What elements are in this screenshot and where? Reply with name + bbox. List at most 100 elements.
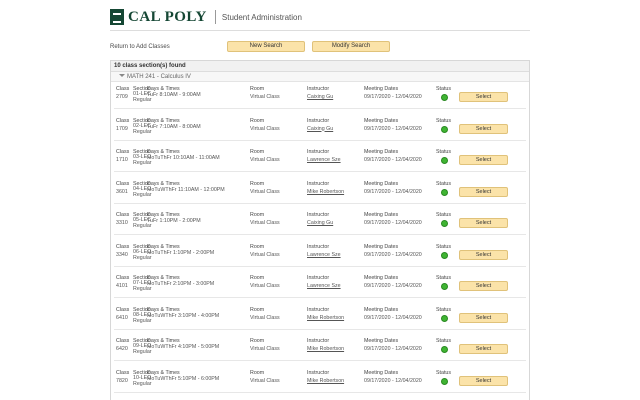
select-button[interactable]: Select: [459, 155, 508, 165]
open-status-icon: [441, 125, 448, 133]
results-count: 10 class section(s) found: [111, 61, 529, 72]
status-column-label: Status: [436, 86, 452, 92]
meeting-dates-value: 09/17/2020 - 12/04/2020: [364, 94, 422, 100]
select-button[interactable]: Select: [459, 249, 508, 260]
class-number[interactable]: 3340: [116, 252, 128, 258]
room-column-label: Room: [250, 149, 265, 155]
status-column-label: Status: [436, 180, 452, 187]
days-times-value: TuFr 7:10AM - 8:00AM: [147, 123, 201, 130]
room-column-label: Room: [250, 180, 265, 187]
select-button[interactable]: Select: [459, 312, 508, 323]
instructor-link[interactable]: Caixing Gu: [307, 220, 333, 226]
class-section-row: Class Section Days & Times Room Instruct…: [114, 147, 526, 172]
days-times-value: MoTuThFr 10:10AM - 11:00AM: [147, 155, 220, 161]
days-times-value: MoTuWThFr 4:10PM - 5:00PM: [147, 344, 220, 350]
status-column-label: Status: [436, 212, 452, 218]
meeting-dates-value: 09/17/2020 - 12/04/2020: [364, 314, 422, 321]
select-button[interactable]: Select: [459, 123, 508, 134]
room-value: Virtual Class: [250, 251, 280, 258]
open-status-icon: [441, 377, 448, 385]
collapse-triangle-icon[interactable]: [119, 74, 125, 77]
modify-search-button[interactable]: Modify Search: [312, 41, 390, 52]
site-header: CAL POLY Student Administration: [110, 6, 302, 28]
class-number[interactable]: 3601: [116, 189, 128, 195]
class-number[interactable]: 1710: [116, 157, 128, 163]
class-number[interactable]: 2709: [116, 94, 128, 100]
open-status-icon: [441, 188, 448, 196]
status-column-label: Status: [436, 243, 452, 250]
class-section-row: Class Section Days & Times Room Instruct…: [114, 116, 526, 141]
meeting-dates-value: 09/17/2020 - 12/04/2020: [364, 283, 422, 289]
room-column-label: Room: [250, 212, 265, 218]
instructor-link[interactable]: Mike Robertson: [307, 346, 344, 352]
instructor-column-label: Instructor: [307, 369, 330, 376]
header-rule: [110, 30, 530, 31]
room-value: Virtual Class: [250, 157, 280, 163]
course-header[interactable]: MATH 241 - Calculus IV: [111, 72, 529, 82]
meeting-dates-value: 09/17/2020 - 12/04/2020: [364, 377, 422, 384]
select-button[interactable]: Select: [459, 375, 508, 386]
days-times-value: MoTuWThFr 11:10AM - 12:00PM: [147, 186, 225, 193]
room-column-label: Room: [250, 243, 265, 250]
instructor-link[interactable]: Lawrence Sze: [307, 157, 341, 163]
meeting-dates-column-label: Meeting Dates: [364, 243, 399, 250]
instructor-column-label: Instructor: [307, 180, 330, 187]
class-column-label: Class: [116, 117, 130, 124]
room-value: Virtual Class: [250, 94, 280, 100]
brand-name: CAL POLY: [128, 8, 207, 25]
room-column-label: Room: [250, 117, 265, 124]
search-toolbar: Return to Add Classes New Search Modify …: [110, 41, 530, 53]
instructor-column-label: Instructor: [307, 117, 330, 124]
class-column-label: Class: [116, 338, 130, 344]
instructor-column-label: Instructor: [307, 306, 330, 313]
status-column-label: Status: [436, 369, 452, 376]
class-number[interactable]: 4101: [116, 283, 128, 289]
class-column-label: Class: [116, 149, 130, 155]
class-section-row: Class Section Days & Times Room Instruct…: [114, 84, 526, 109]
class-column-label: Class: [116, 275, 130, 281]
return-to-add-classes-link[interactable]: Return to Add Classes: [110, 44, 170, 50]
class-number[interactable]: 3310: [116, 220, 128, 226]
instructor-link[interactable]: Lawrence Sze: [307, 283, 341, 289]
header-divider: [214, 10, 216, 24]
room-column-label: Room: [250, 86, 265, 92]
class-column-label: Class: [116, 212, 130, 218]
new-search-button[interactable]: New Search: [227, 41, 305, 52]
class-column-label: Class: [116, 180, 130, 187]
cal-poly-logo-icon: [110, 9, 124, 25]
meeting-dates-value: 09/17/2020 - 12/04/2020: [364, 125, 422, 132]
instructor-link[interactable]: Mike Robertson: [307, 378, 344, 384]
room-column-label: Room: [250, 369, 265, 376]
class-number[interactable]: 6410: [116, 315, 128, 321]
select-button[interactable]: Select: [459, 281, 508, 291]
room-value: Virtual Class: [250, 346, 280, 352]
class-number[interactable]: 1709: [116, 126, 128, 132]
instructor-link[interactable]: Caixing Gu: [307, 94, 333, 100]
search-results-panel: 10 class section(s) found MATH 241 - Cal…: [110, 60, 530, 400]
room-value: Virtual Class: [250, 283, 280, 289]
instructor-link[interactable]: Mike Robertson: [307, 189, 344, 195]
instructor-link[interactable]: Caixing Gu: [307, 126, 333, 132]
meeting-dates-value: 09/17/2020 - 12/04/2020: [364, 251, 422, 258]
class-number[interactable]: 6420: [116, 346, 128, 352]
open-status-icon: [441, 251, 448, 259]
instructor-column-label: Instructor: [307, 275, 330, 281]
select-button[interactable]: Select: [459, 92, 508, 102]
status-column-label: Status: [436, 149, 452, 155]
select-button[interactable]: Select: [459, 344, 508, 354]
select-button[interactable]: Select: [459, 218, 508, 228]
meeting-dates-column-label: Meeting Dates: [364, 117, 399, 124]
instructor-column-label: Instructor: [307, 212, 330, 218]
class-number[interactable]: 7820: [116, 378, 128, 384]
days-times-value: MoTuThFr 1:10PM - 2:00PM: [147, 249, 215, 256]
instructor-link[interactable]: Lawrence Sze: [307, 252, 341, 258]
room-column-label: Room: [250, 275, 265, 281]
meeting-dates-value: 09/17/2020 - 12/04/2020: [364, 346, 422, 352]
room-column-label: Room: [250, 338, 265, 344]
instructor-link[interactable]: Mike Robertson: [307, 315, 344, 321]
class-section-row: Class Section Days & Times Room Instruct…: [114, 305, 526, 330]
room-value: Virtual Class: [250, 314, 280, 321]
open-status-icon: [441, 346, 448, 353]
class-section-row: Class Section Days & Times Room Instruct…: [114, 242, 526, 267]
select-button[interactable]: Select: [459, 186, 508, 197]
